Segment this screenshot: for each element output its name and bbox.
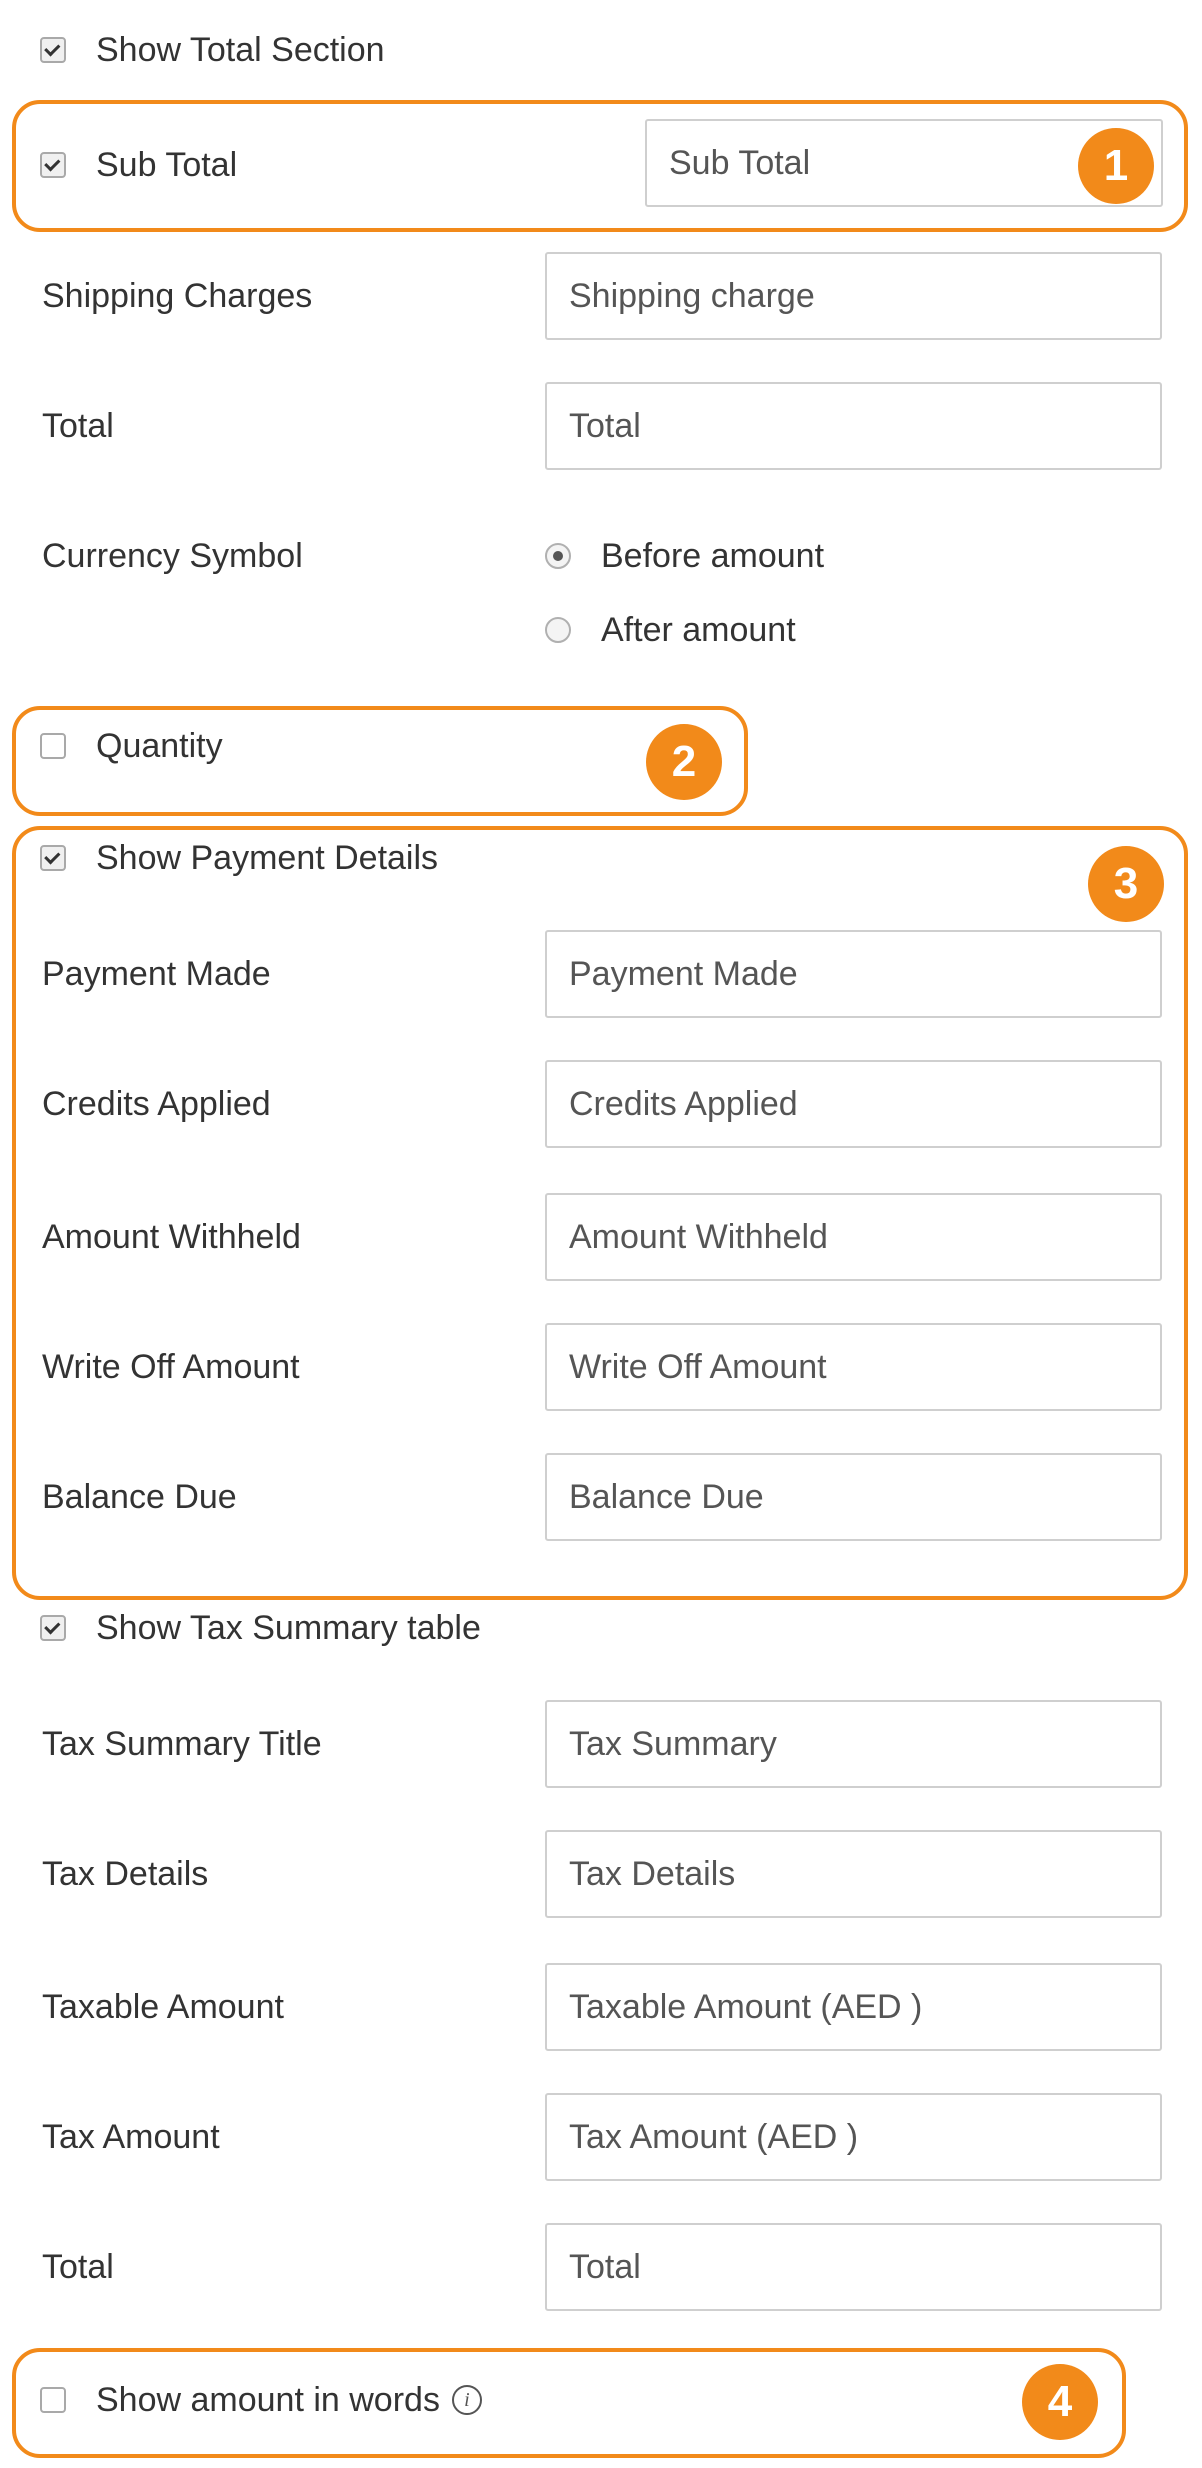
show-total-section-checkbox[interactable] xyxy=(40,37,66,63)
radio-before-amount[interactable]: Before amount xyxy=(545,536,824,576)
taxable-amount-input[interactable] xyxy=(545,1963,1162,2051)
show-amount-in-words-label: Show amount in words xyxy=(96,2380,440,2419)
radio-after-amount-button[interactable] xyxy=(545,617,571,643)
sub-total-row[interactable]: Sub Total xyxy=(40,145,237,185)
show-amount-in-words-checkbox[interactable] xyxy=(40,2387,66,2413)
payment-made-input[interactable] xyxy=(545,930,1162,1018)
tax-amount-input[interactable] xyxy=(545,2093,1162,2181)
sub-total-checkbox[interactable] xyxy=(40,152,66,178)
balance-due-input[interactable] xyxy=(545,1453,1162,1541)
show-total-section-label: Show Total Section xyxy=(96,30,385,69)
show-payment-details-row[interactable]: Show Payment Details xyxy=(40,838,438,878)
tax-details-label: Tax Details xyxy=(42,1855,209,1893)
quantity-row[interactable]: Quantity xyxy=(40,726,223,766)
show-tax-summary-checkbox[interactable] xyxy=(40,1615,66,1641)
callout-badge-4: 4 xyxy=(1022,2364,1098,2440)
total-input[interactable] xyxy=(545,382,1162,470)
shipping-charges-input[interactable] xyxy=(545,252,1162,340)
amount-withheld-input[interactable] xyxy=(545,1193,1162,1281)
show-tax-summary-label: Show Tax Summary table xyxy=(96,1608,481,1647)
write-off-amount-input[interactable] xyxy=(545,1323,1162,1411)
info-icon[interactable]: i xyxy=(451,2385,482,2415)
tax-total-label: Total xyxy=(42,2248,114,2286)
show-payment-details-checkbox[interactable] xyxy=(40,845,66,871)
tax-summary-title-input[interactable] xyxy=(545,1700,1162,1788)
radio-before-amount-button[interactable] xyxy=(545,543,571,569)
callout-badge-3: 3 xyxy=(1088,846,1164,922)
sub-total-label: Sub Total xyxy=(96,145,238,184)
tax-amount-label: Tax Amount xyxy=(42,2118,220,2156)
taxable-amount-label: Taxable Amount xyxy=(42,1988,284,2026)
balance-due-label: Balance Due xyxy=(42,1478,237,1516)
radio-after-amount[interactable]: After amount xyxy=(545,610,796,650)
callout-badge-1: 1 xyxy=(1078,128,1154,204)
currency-symbol-label: Currency Symbol xyxy=(42,537,303,575)
write-off-amount-label: Write Off Amount xyxy=(42,1348,300,1386)
show-payment-details-label: Show Payment Details xyxy=(96,838,439,877)
callout-badge-2: 2 xyxy=(646,724,722,800)
credits-applied-input[interactable] xyxy=(545,1060,1162,1148)
payment-made-label: Payment Made xyxy=(42,955,271,993)
credits-applied-label: Credits Applied xyxy=(42,1085,271,1123)
show-total-section-row[interactable]: Show Total Section xyxy=(40,30,385,70)
tax-total-input[interactable] xyxy=(545,2223,1162,2311)
total-label: Total xyxy=(42,407,114,445)
radio-after-amount-label: After amount xyxy=(601,610,796,649)
show-amount-in-words-row[interactable]: Show amount in words i xyxy=(40,2380,482,2420)
quantity-label: Quantity xyxy=(96,726,223,765)
shipping-charges-label: Shipping Charges xyxy=(42,277,313,315)
tax-summary-title-label: Tax Summary Title xyxy=(42,1725,322,1763)
quantity-checkbox[interactable] xyxy=(40,733,66,759)
amount-withheld-label: Amount Withheld xyxy=(42,1218,301,1256)
show-tax-summary-row[interactable]: Show Tax Summary table xyxy=(40,1608,481,1648)
radio-before-amount-label: Before amount xyxy=(601,536,825,575)
tax-details-input[interactable] xyxy=(545,1830,1162,1918)
